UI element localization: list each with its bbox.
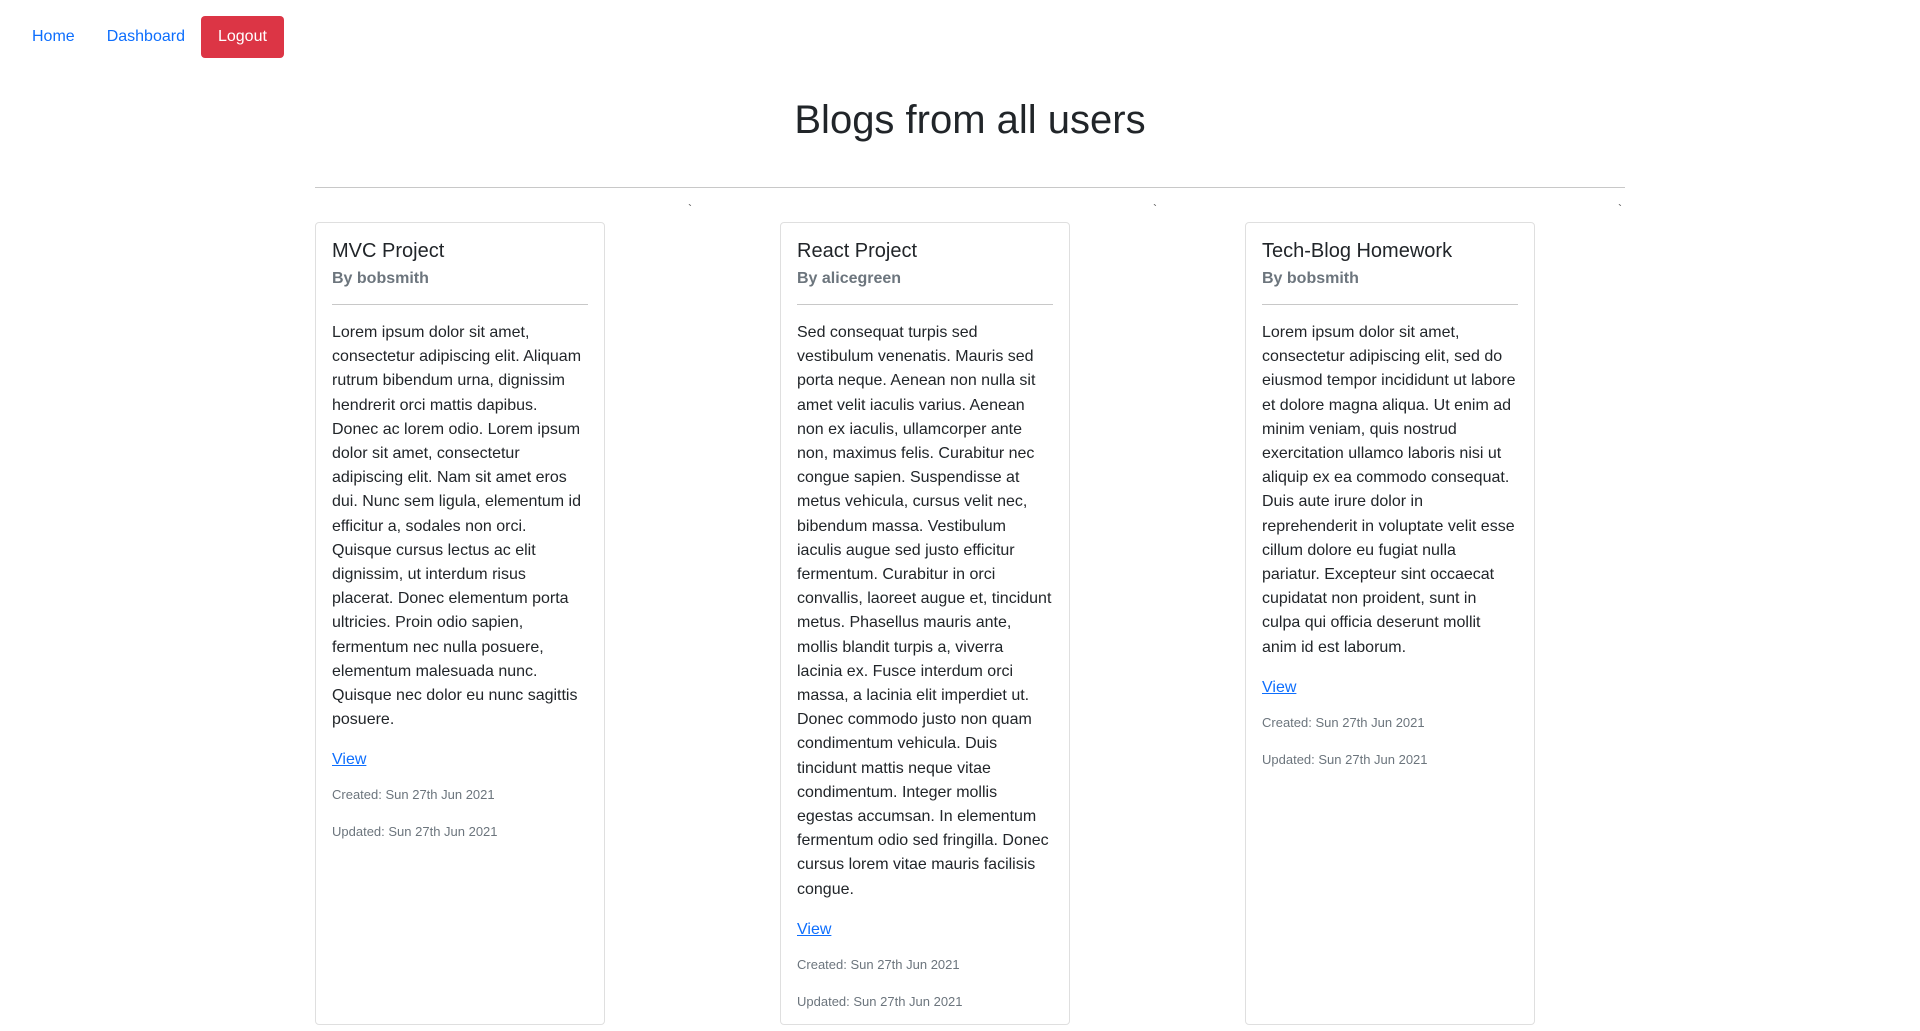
- view-post-link[interactable]: View: [797, 918, 831, 942]
- blog-title: React Project: [797, 240, 918, 262]
- card-divider: [332, 304, 588, 305]
- blog-card: Tech-Blog Homework By bobsmith Lorem ips…: [1245, 222, 1535, 1025]
- created-date: Created: Sun 27th Jun 2021: [797, 956, 960, 972]
- updated-date: Updated: Sun 27th Jun 2021: [1262, 751, 1428, 767]
- stray-tick-mark: `: [1153, 202, 1157, 216]
- card-divider: [797, 304, 1053, 305]
- blog-author: By bobsmith: [1262, 270, 1359, 287]
- blog-card: React Project By alicegreen Sed consequa…: [780, 222, 1070, 1025]
- blog-title: MVC Project: [332, 240, 445, 262]
- stray-tick-mark: `: [688, 202, 692, 216]
- blog-content: Sed consequat turpis sed vestibulum vene…: [797, 324, 1052, 898]
- created-date: Created: Sun 27th Jun 2021: [1262, 714, 1425, 730]
- top-nav: Home Dashboard Logout: [16, 16, 284, 58]
- created-date: Created: Sun 27th Jun 2021: [332, 787, 495, 803]
- nav-link-dashboard[interactable]: Dashboard: [91, 20, 201, 54]
- blog-content: Lorem ipsum dolor sit amet, consectetur …: [332, 324, 582, 729]
- blog-author: By bobsmith: [332, 270, 429, 287]
- card-divider: [1262, 304, 1518, 305]
- view-post-link[interactable]: View: [332, 748, 366, 772]
- blog-content: Lorem ipsum dolor sit amet, consectetur …: [1262, 324, 1516, 656]
- blog-title: Tech-Blog Homework: [1262, 240, 1453, 262]
- heading-divider: [315, 187, 1625, 188]
- page-title: Blogs from all users: [794, 98, 1146, 142]
- blog-card: MVC Project By bobsmith Lorem ipsum dolo…: [315, 222, 605, 1025]
- nav-link-home[interactable]: Home: [16, 20, 91, 54]
- updated-date: Updated: Sun 27th Jun 2021: [332, 824, 498, 840]
- blog-author: By alicegreen: [797, 270, 902, 287]
- logout-button[interactable]: Logout: [200, 16, 284, 58]
- stray-tick-mark: `: [1618, 202, 1622, 216]
- updated-date: Updated: Sun 27th Jun 2021: [797, 993, 963, 1009]
- view-post-link[interactable]: View: [1262, 676, 1296, 700]
